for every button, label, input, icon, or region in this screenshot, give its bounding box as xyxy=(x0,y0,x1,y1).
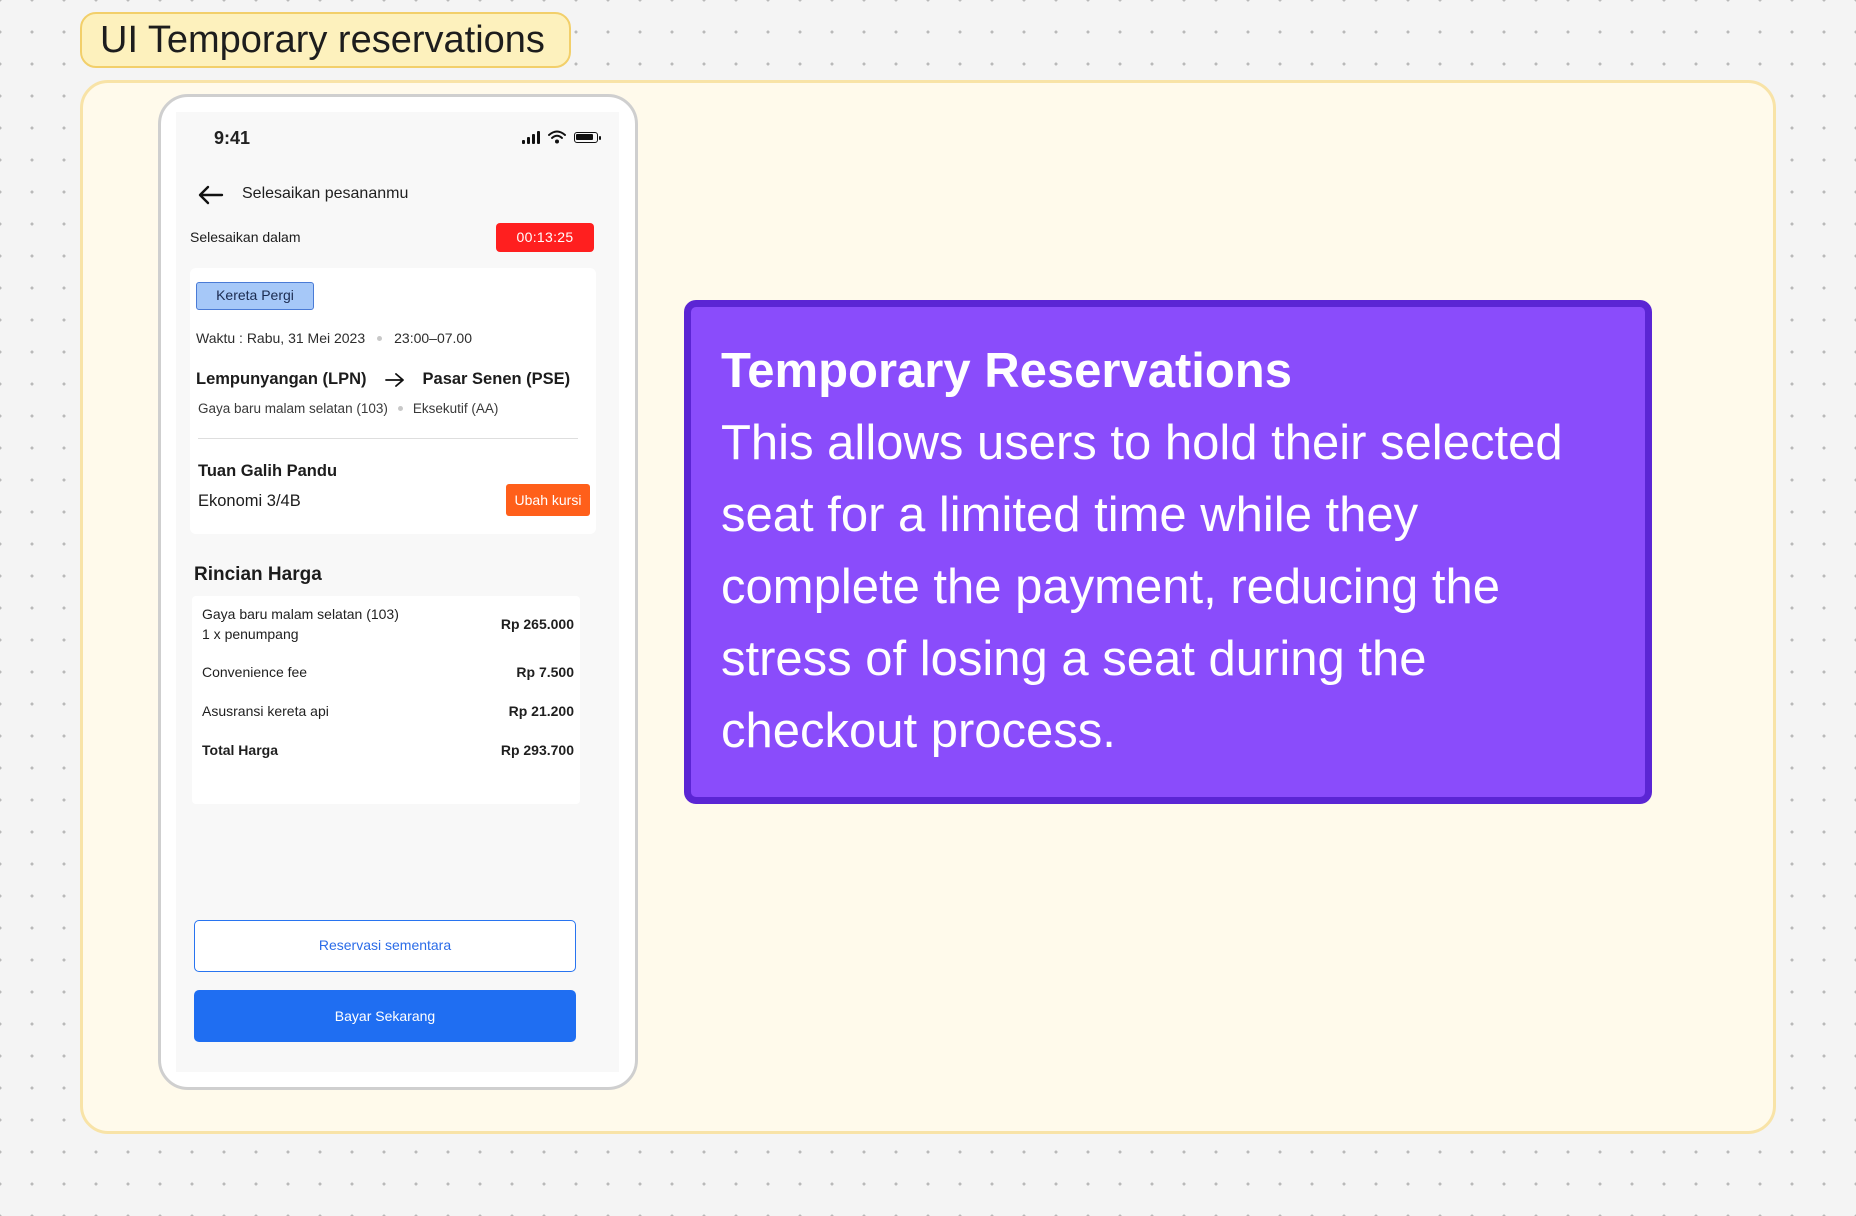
price-value: Rp 265.000 xyxy=(500,616,574,632)
pay-now-button[interactable]: Bayar Sekarang xyxy=(194,990,576,1042)
trip-route: Lempunyangan (LPN) Pasar Senen (PSE) xyxy=(196,370,570,389)
deadline-label: Selesaikan dalam xyxy=(190,229,301,245)
price-row: Convenience fee Rp 7.500 xyxy=(202,664,574,680)
passenger-name: Tuan Galih Pandu xyxy=(198,462,338,480)
price-value: Rp 21.200 xyxy=(508,703,574,719)
train-class: Eksekutif (AA) xyxy=(412,401,499,416)
price-sublabel: 1 x penumpang xyxy=(202,626,299,642)
feature-callout: Temporary Reservations This allows users… xyxy=(684,300,1652,804)
price-card: Gaya baru malam selatan (103) 1 x penump… xyxy=(192,596,580,804)
price-total-label: Total Harga xyxy=(202,742,278,758)
price-section-title: Rincian Harga xyxy=(194,564,322,585)
wifi-icon xyxy=(548,130,566,144)
origin-station: Lempunyangan (LPN) xyxy=(196,370,367,388)
callout-body: This allows users to hold their selected… xyxy=(721,416,1563,758)
countdown-timer: 00:13:25 xyxy=(496,223,594,252)
destination-station: Pasar Senen (PSE) xyxy=(422,370,571,388)
price-total-row: Total Harga Rp 293.700 xyxy=(202,742,574,758)
callout-title: Temporary Reservations xyxy=(721,344,1292,398)
price-total-value: Rp 293.700 xyxy=(500,742,574,758)
separator-dot xyxy=(397,406,403,411)
phone-screen: 9:41 Selesaikan pesananmu Selesaikan dal… xyxy=(176,112,619,1072)
signal-icon xyxy=(522,130,540,144)
trip-time: Waktu : Rabu, 31 Mei 2023 23:00–07.00 xyxy=(196,330,472,346)
price-row: Asusransi kereta api Rp 21.200 xyxy=(202,703,574,719)
train-info: Gaya baru malam selatan (103) Eksekutif … xyxy=(198,401,498,416)
status-time: 9:41 xyxy=(214,128,251,148)
battery-icon xyxy=(574,132,601,143)
price-value: Rp 7.500 xyxy=(516,664,574,680)
separator-dot xyxy=(377,335,383,341)
trip-card: Kereta Pergi Waktu : Rabu, 31 Mei 2023 2… xyxy=(190,268,596,534)
status-icons xyxy=(522,130,602,146)
trip-tag: Kereta Pergi xyxy=(196,282,314,310)
train-name: Gaya baru malam selatan (103) xyxy=(198,401,388,416)
price-row: Gaya baru malam selatan (103) 1 x penump… xyxy=(202,606,574,642)
back-arrow-icon[interactable] xyxy=(196,182,226,208)
price-label: Gaya baru malam selatan (103) xyxy=(202,606,399,622)
change-seat-button[interactable]: Ubah kursi xyxy=(506,484,590,516)
reserve-temporary-button[interactable]: Reservasi sementara xyxy=(194,920,576,972)
price-label: Asusransi kereta api xyxy=(202,703,329,719)
frame-label: UI Temporary reservations xyxy=(80,12,571,68)
price-label: Convenience fee xyxy=(202,664,308,680)
seat-info: Ekonomi 3/4B xyxy=(198,492,301,510)
trip-time-range: 23:00–07.00 xyxy=(394,330,472,346)
page-title: Selesaikan pesananmu xyxy=(242,185,409,202)
divider xyxy=(198,438,578,439)
trip-date: Waktu : Rabu, 31 Mei 2023 xyxy=(196,330,366,346)
route-arrow-icon xyxy=(384,372,404,387)
